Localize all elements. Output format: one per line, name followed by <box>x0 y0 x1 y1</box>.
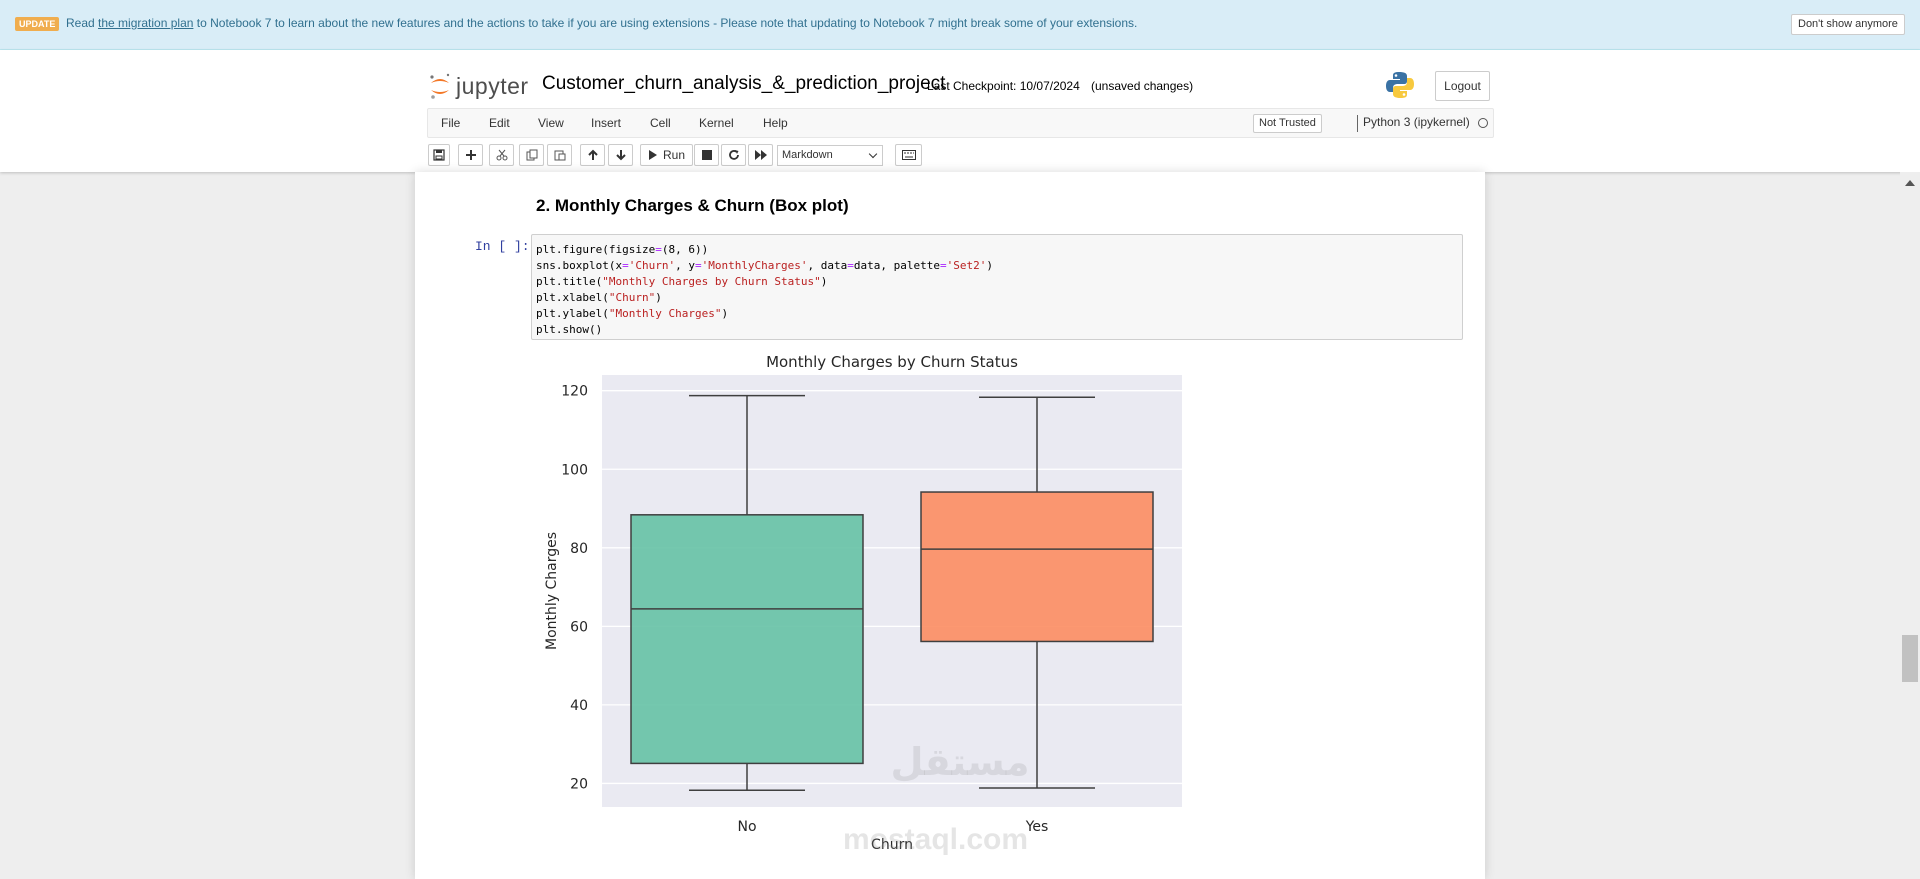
run-icon <box>649 150 657 160</box>
iqr-box <box>630 514 864 765</box>
y-tick-label: 40 <box>570 698 588 714</box>
notebook-title[interactable]: Customer_churn_analysis_&_prediction_pro… <box>542 73 945 95</box>
scroll-up-arrow-icon[interactable] <box>1905 180 1915 186</box>
chart-title: Monthly Charges by Churn Status <box>766 353 1018 371</box>
copy-button[interactable] <box>519 144 544 166</box>
jupyter-logo[interactable]: jupyter <box>428 70 529 102</box>
boxplot-chart: 20 40 60 80 100 120 No Yes Monthly Charges by … <box>544 353 1182 853</box>
fast-forward-icon <box>754 150 767 160</box>
x-tick-label: No <box>737 819 756 835</box>
cut-button[interactable] <box>489 144 514 166</box>
watermark-logo: مستقل <box>890 740 1030 784</box>
copy-icon <box>526 149 537 161</box>
y-tick-label: 100 <box>561 462 588 478</box>
arrow-up-icon <box>587 149 598 160</box>
scrollbar-thumb[interactable] <box>1902 635 1918 682</box>
code-line: sns.boxplot(x='Churn', y='MonthlyCharges… <box>536 259 994 272</box>
code-line: plt.figure(figsize=(8, 6)) <box>536 243 709 256</box>
interrupt-button[interactable] <box>694 144 719 166</box>
y-tick-label: 60 <box>570 619 588 635</box>
move-down-button[interactable] <box>608 144 633 166</box>
menu-cell[interactable]: Cell <box>650 116 671 130</box>
x-tick-label: Yes <box>1025 819 1049 835</box>
kernel-name[interactable]: Python 3 (ipykernel) <box>1357 115 1470 132</box>
y-tick-label: 20 <box>570 776 588 792</box>
insert-cell-button[interactable] <box>458 144 483 166</box>
paste-button[interactable] <box>547 144 572 166</box>
move-up-button[interactable] <box>580 144 605 166</box>
menu-edit[interactable]: Edit <box>489 116 510 130</box>
autosave-status: (unsaved changes) <box>1091 79 1194 93</box>
keyboard-icon <box>901 150 916 160</box>
checkpoint-status: Last Checkpoint: 10/07/2024 <box>927 79 1080 93</box>
chevron-down-icon <box>868 149 878 159</box>
y-tick-label: 120 <box>561 384 588 400</box>
page-scrollbar[interactable] <box>1900 172 1920 879</box>
restart-run-all-button[interactable] <box>748 144 773 166</box>
migration-plan-link[interactable]: the migration plan <box>98 16 193 30</box>
restart-button[interactable] <box>721 144 746 166</box>
python-logo-icon <box>1386 70 1414 100</box>
code-line: plt.ylabel("Monthly Charges") <box>536 307 729 320</box>
y-tick-label: 80 <box>570 541 588 557</box>
cell-type-select[interactable]: Markdown <box>777 145 883 166</box>
menu-insert[interactable]: Insert <box>591 116 621 130</box>
logout-button[interactable]: Logout <box>1435 71 1490 101</box>
plus-icon <box>465 150 476 160</box>
run-label: Run <box>663 148 686 162</box>
watermark-url: mostaql.com <box>843 823 1029 856</box>
code-line: plt.title("Monthly Charges by Churn Stat… <box>536 275 828 288</box>
not-trusted-button[interactable]: Not Trusted <box>1253 114 1322 133</box>
arrow-down-icon <box>615 150 626 161</box>
dont-show-anymore-button[interactable]: Don't show anymore <box>1791 14 1905 35</box>
restart-icon <box>728 150 739 160</box>
menu-kernel[interactable]: Kernel <box>699 116 734 130</box>
banner-message: Read the migration plan to Notebook 7 to… <box>66 16 1138 30</box>
menu-view[interactable]: View <box>538 116 564 130</box>
code-line: plt.xlabel("Churn") <box>536 291 662 304</box>
jupyter-logo-icon <box>430 73 450 99</box>
markdown-heading[interactable]: 2. Monthly Charges & Churn (Box plot) <box>536 196 849 216</box>
jupyter-wordmark: jupyter <box>456 72 529 99</box>
iqr-box <box>920 491 1154 643</box>
menu-help[interactable]: Help <box>763 116 788 130</box>
save-button[interactable] <box>428 144 450 166</box>
paste-icon <box>554 150 565 161</box>
menu-file[interactable]: File <box>441 116 460 130</box>
command-palette-button[interactable] <box>895 144 922 166</box>
stop-icon <box>701 150 712 160</box>
input-prompt: In [ ]: <box>475 239 530 254</box>
cell-type-value: Markdown <box>782 149 833 161</box>
code-line: plt.show() <box>536 323 603 336</box>
save-icon <box>433 149 445 161</box>
run-button[interactable]: Run <box>640 144 693 166</box>
cut-icon <box>496 149 507 161</box>
code-cell-editor[interactable]: plt.figure(figsize=(8, 6)) sns.boxplot(x… <box>531 234 1463 340</box>
menubar: File Edit View Insert Cell Kernel Help <box>427 108 1494 138</box>
y-axis-label: Monthly Charges <box>544 532 560 650</box>
update-banner: UPDATE Read the migration plan to Notebo… <box>0 0 1920 50</box>
kernel-idle-indicator-icon <box>1478 118 1488 128</box>
update-badge: UPDATE <box>15 17 60 31</box>
